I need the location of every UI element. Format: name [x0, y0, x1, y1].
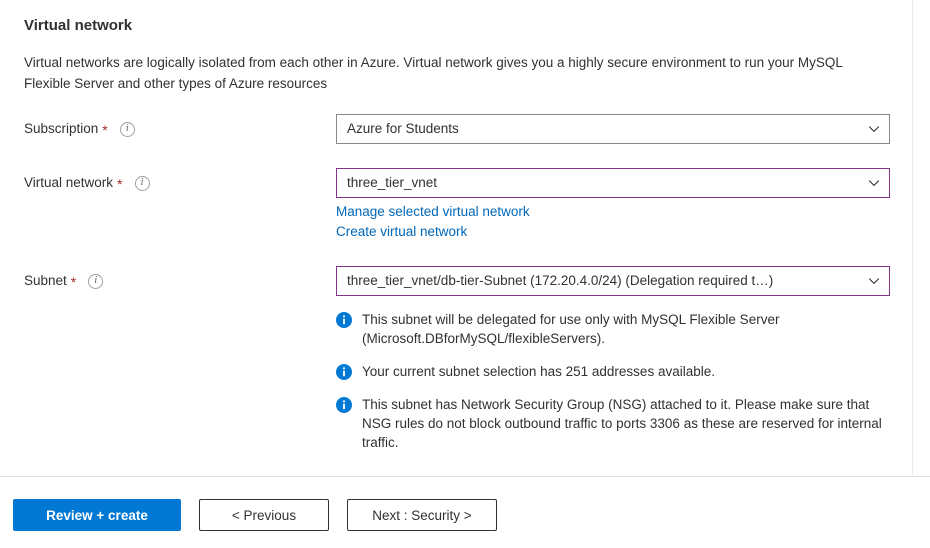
- review-create-button[interactable]: Review + create: [13, 499, 181, 531]
- form-content-area: Virtual network Virtual networks are log…: [0, 0, 912, 476]
- create-virtual-network-link[interactable]: Create virtual network: [336, 222, 467, 242]
- subscription-label-group: Subscription * i: [24, 114, 336, 139]
- field-row-virtual-network: Virtual network * i three_tier_vnet Mana…: [24, 168, 890, 242]
- virtual-network-dropdown[interactable]: three_tier_vnet: [336, 168, 890, 198]
- required-asterisk: *: [117, 176, 123, 192]
- info-icon[interactable]: i: [88, 273, 104, 289]
- subnet-info-messages: This subnet will be delegated for use on…: [336, 310, 890, 452]
- manage-selected-virtual-network-link[interactable]: Manage selected virtual network: [336, 202, 530, 222]
- required-asterisk: *: [102, 122, 108, 138]
- previous-button[interactable]: < Previous: [199, 499, 329, 531]
- virtual-network-label: Virtual network: [24, 175, 114, 190]
- chevron-down-icon: [868, 275, 880, 287]
- virtual-network-links: Manage selected virtual network Create v…: [336, 202, 890, 242]
- info-message: This subnet has Network Security Group (…: [336, 395, 890, 452]
- info-circle-icon: [336, 312, 352, 328]
- subnet-label-group: Subnet * i: [24, 266, 336, 291]
- subnet-dropdown[interactable]: three_tier_vnet/db-tier-Subnet (172.20.4…: [336, 266, 890, 296]
- info-circle-icon: [336, 397, 352, 413]
- subscription-control: Azure for Students: [336, 114, 890, 144]
- subnet-label: Subnet: [24, 273, 67, 288]
- subscription-selected-value: Azure for Students: [347, 121, 459, 136]
- info-message: Your current subnet selection has 251 ad…: [336, 362, 890, 381]
- virtual-network-selected-value: three_tier_vnet: [347, 175, 438, 190]
- required-asterisk: *: [70, 274, 77, 290]
- subscription-label: Subscription: [24, 121, 99, 136]
- info-circle-icon: [336, 364, 352, 380]
- subscription-dropdown[interactable]: Azure for Students: [336, 114, 890, 144]
- info-message-text: Your current subnet selection has 251 ad…: [362, 364, 715, 379]
- field-row-subscription: Subscription * i Azure for Students: [24, 114, 890, 144]
- info-message-text: This subnet will be delegated for use on…: [362, 312, 780, 346]
- info-message-text: This subnet has Network Security Group (…: [362, 397, 882, 450]
- virtual-network-page: Virtual network Virtual networks are log…: [0, 0, 930, 548]
- subnet-control: three_tier_vnet/db-tier-Subnet (172.20.4…: [336, 266, 890, 452]
- blade-right-edge: [912, 0, 913, 476]
- info-icon[interactable]: i: [119, 121, 135, 137]
- next-security-button[interactable]: Next : Security >: [347, 499, 497, 531]
- footer-button-group: Review + create < Previous Next : Securi…: [0, 477, 930, 531]
- wizard-footer: Review + create < Previous Next : Securi…: [0, 476, 930, 548]
- page-title: Virtual network: [24, 17, 133, 34]
- info-icon[interactable]: i: [134, 175, 150, 191]
- section-description: Virtual networks are logically isolated …: [24, 55, 843, 91]
- virtual-network-label-group: Virtual network * i: [24, 168, 336, 193]
- virtual-network-control: three_tier_vnet Manage selected virtual …: [336, 168, 890, 242]
- chevron-down-icon: [868, 123, 880, 135]
- field-row-subnet: Subnet * i three_tier_vnet/db-tier-Subne…: [24, 266, 890, 452]
- info-message: This subnet will be delegated for use on…: [336, 310, 890, 348]
- chevron-down-icon: [868, 177, 880, 189]
- subnet-selected-value: three_tier_vnet/db-tier-Subnet (172.20.4…: [347, 273, 774, 288]
